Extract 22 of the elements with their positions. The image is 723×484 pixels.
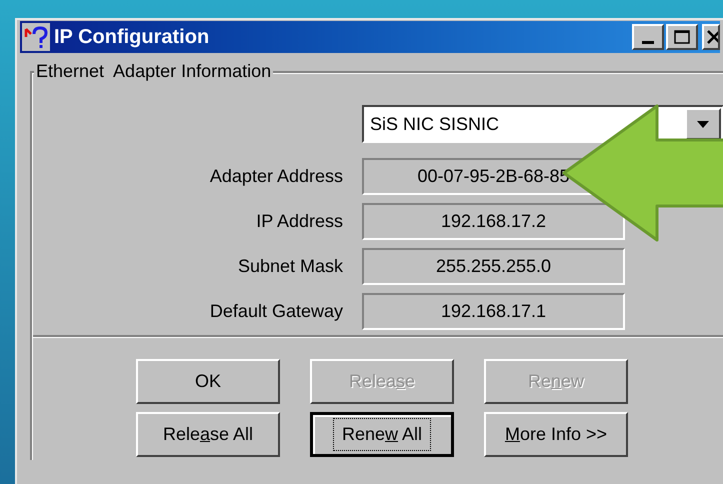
- readonly-field: 192.168.17.1: [362, 293, 625, 330]
- field-label: Default Gateway: [208, 300, 344, 323]
- maximize-button[interactable]: [666, 24, 698, 50]
- dialog-button[interactable]: OK: [136, 359, 280, 404]
- minimize-button[interactable]: [632, 24, 664, 50]
- readonly-field: 255.255.255.0: [362, 248, 625, 285]
- field-label: IP Address: [255, 210, 344, 233]
- dialog-button[interactable]: Release All: [136, 412, 280, 457]
- dropdown-button[interactable]: [685, 108, 721, 140]
- maximize-icon: [674, 30, 690, 44]
- app-icon: [22, 23, 50, 51]
- dialog-button[interactable]: Renew All: [310, 412, 454, 457]
- readonly-field: 192.168.17.2: [362, 203, 625, 240]
- dialog-button[interactable]: More Info >>: [484, 412, 628, 457]
- window-title: IP Configuration: [54, 25, 210, 50]
- field-label: Subnet Mask: [236, 255, 344, 278]
- close-button[interactable]: [702, 24, 720, 50]
- field-label: Adapter Address: [208, 165, 344, 188]
- adapter-dropdown[interactable]: SiS NIC SISNIC: [362, 105, 723, 143]
- minimize-icon: [642, 41, 654, 44]
- close-icon: [707, 30, 718, 44]
- caret-icon: [697, 120, 709, 128]
